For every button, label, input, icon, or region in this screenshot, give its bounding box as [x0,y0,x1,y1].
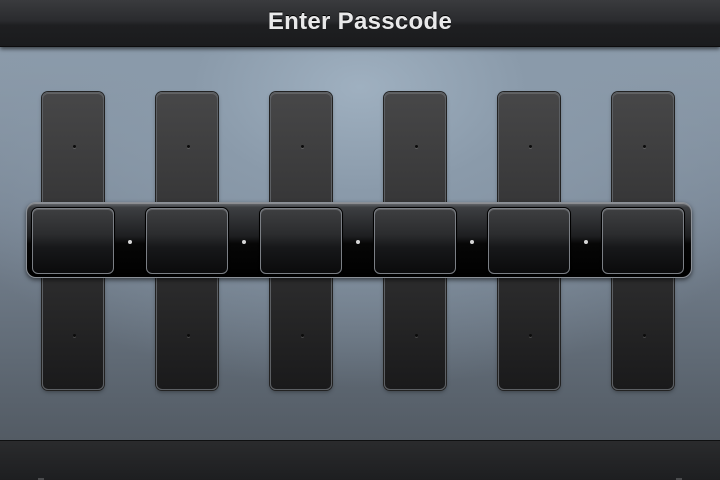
reel-dot [529,334,532,337]
reel-dot [187,145,190,148]
reel-dot [301,334,304,337]
track-divider-dot [584,240,588,244]
passcode-digit-4[interactable] [374,208,456,274]
passcode-digit-5[interactable] [488,208,570,274]
page-title: Enter Passcode [267,8,453,35]
passcode-digit-1[interactable] [32,208,114,274]
bottom-bar [0,440,720,480]
reel-dot [415,145,418,148]
reel-dot [73,145,76,148]
track-divider-dot [470,240,474,244]
track-divider-dot [128,240,132,244]
passcode-digit-6[interactable] [602,208,684,274]
reel-dot [301,145,304,148]
reel-dot [643,334,646,337]
reel-dot [187,334,190,337]
track-divider-dot [242,240,246,244]
reel-dot [643,145,646,148]
track-divider-dot [356,240,360,244]
title-bar: Enter Passcode [0,0,720,47]
passcode-digit-3[interactable] [260,208,342,274]
reel-dot [73,334,76,337]
passcode-screen: Enter Passcode [0,0,720,480]
passcode-digit-2[interactable] [146,208,228,274]
reel-dot [415,334,418,337]
reel-dot [529,145,532,148]
